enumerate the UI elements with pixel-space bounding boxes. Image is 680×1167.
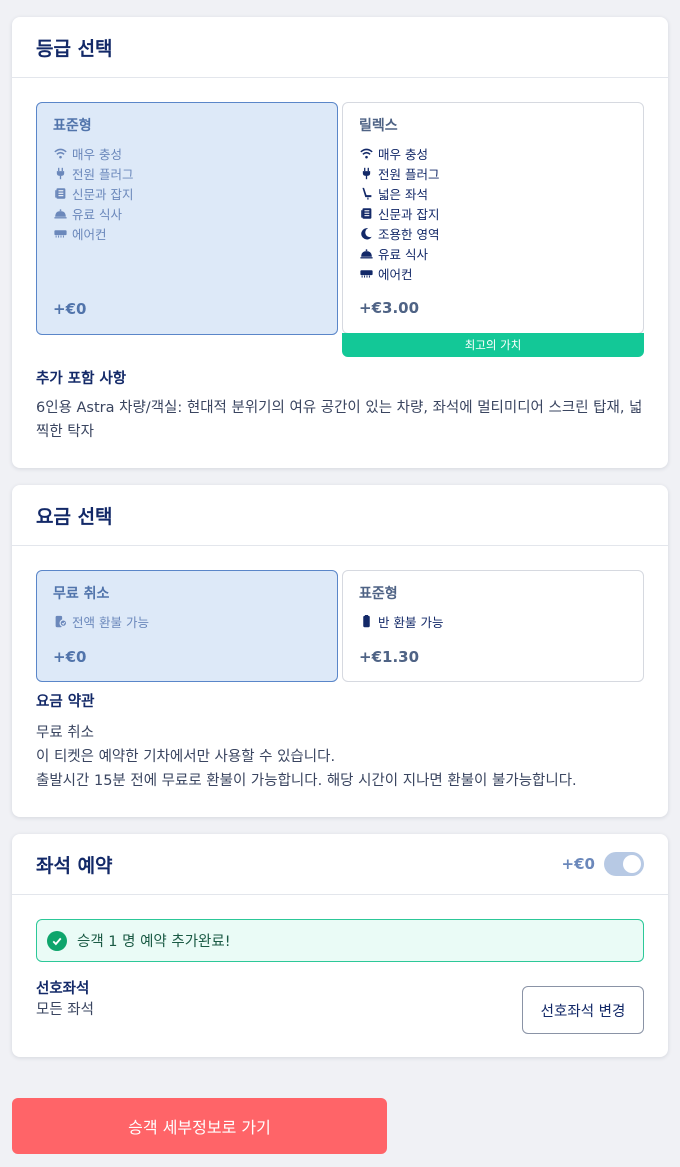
feature-label: 조용한 영역 — [378, 226, 440, 242]
feature-item: 매우 충성 — [53, 143, 321, 163]
newspaper-icon — [359, 206, 373, 220]
air-conditioner-icon — [53, 226, 67, 240]
fare-option-price: +€1.30 — [359, 648, 420, 666]
feature-item: 매우 충성 — [359, 143, 627, 163]
class-option-relax[interactable]: 릴렉스 매우 충성 전원 플러그 넓은 좌석 신문과 잡지 조용한 영역 유료 … — [342, 102, 644, 334]
fare-terms-line: 이 티켓은 예약한 기차에서만 사용할 수 있습니다. — [36, 749, 336, 765]
class-option-price: +€0 — [53, 300, 87, 318]
seat-added-message: 승객 1 명 예약 추가완료! — [77, 934, 231, 950]
class-selection-header: 등급 선택 — [12, 17, 668, 78]
fare-selection-header: 요금 선택 — [12, 485, 668, 546]
refund-icon — [53, 614, 67, 628]
plug-icon — [53, 166, 67, 180]
seat-added-alert: 승객 1 명 예약 추가완료! — [36, 919, 644, 962]
continue-to-passenger-details-button[interactable]: 승객 세부정보로 가기 — [12, 1098, 387, 1154]
seat-reservation-title: 좌석 예약 — [36, 854, 113, 877]
toggle-knob — [623, 855, 641, 873]
class-option-price: +€3.00 — [359, 299, 420, 317]
seat-preference-value: 모든 좌석 — [36, 1002, 94, 1018]
feature-label: 매우 충성 — [378, 146, 428, 162]
class-option-name: 릴렉스 — [359, 118, 398, 134]
seat-reservation-toggle[interactable] — [604, 852, 644, 876]
feature-label: 신문과 잡지 — [378, 206, 440, 222]
feature-item: 전원 플러그 — [53, 163, 321, 183]
feature-label: 반 환불 가능 — [378, 614, 444, 630]
seat-icon — [359, 186, 373, 200]
feature-item: 유료 식사 — [359, 243, 627, 263]
class-option-name: 표준형 — [53, 118, 92, 134]
check-circle-icon — [47, 930, 67, 951]
fare-option-standard[interactable]: 표준형 반 환불 가능 +€1.30 — [342, 570, 644, 682]
seat-reservation-price: +€0 — [561, 855, 595, 873]
feature-label: 매우 충성 — [72, 146, 122, 162]
meal-icon — [53, 206, 67, 220]
feature-label: 신문과 잡지 — [72, 186, 134, 202]
feature-label: 유료 식사 — [378, 246, 428, 262]
feature-label: 전원 플러그 — [72, 166, 134, 182]
class-selection-card: 등급 선택 표준형 매우 충성 전원 플러그 신문과 잡지 유료 식사 에어컨 … — [12, 17, 668, 468]
fare-selection-card: 요금 선택 무료 취소 전액 환불 가능 +€0 표준형 반 환불 가능 +€1… — [12, 485, 668, 817]
change-seat-preference-button[interactable]: 선호좌석 변경 — [522, 986, 644, 1034]
air-conditioner-icon — [359, 266, 373, 280]
feature-item: 유료 식사 — [53, 203, 321, 223]
feature-item: 전원 플러그 — [359, 163, 627, 183]
moon-icon — [359, 226, 373, 240]
seat-preference-label: 선호좌석 — [36, 981, 90, 997]
feature-item: 에어컨 — [359, 263, 627, 283]
fare-selection-title: 요금 선택 — [36, 505, 113, 528]
feature-label: 전원 플러그 — [378, 166, 440, 182]
feature-item: 신문과 잡지 — [53, 183, 321, 203]
feature-item: 반 환불 가능 — [359, 611, 627, 631]
fare-terms-line: 출발시간 15분 전에 무료로 환불이 가능합니다. 해당 시간이 지나면 환불… — [36, 773, 577, 789]
feature-label: 에어컨 — [378, 266, 413, 282]
extra-includes-text: 6인용 Astra 차량/객실: 현대적 분위기의 여유 공간이 있는 차량, … — [36, 400, 643, 440]
meal-icon — [359, 246, 373, 260]
seat-reservation-control: +€0 — [562, 852, 644, 876]
best-value-badge: 최고의 가치 — [342, 333, 644, 357]
plug-icon — [359, 166, 373, 180]
fare-terms-text: 무료 취소 이 티켓은 예약한 기차에서만 사용할 수 있습니다. 출발시간 1… — [36, 721, 646, 793]
feature-label: 유료 식사 — [72, 206, 122, 222]
feature-item: 조용한 영역 — [359, 223, 627, 243]
fare-option-price: +€0 — [53, 648, 87, 666]
class-selection-title: 등급 선택 — [36, 37, 113, 60]
seat-reservation-header: 좌석 예약 +€0 — [12, 834, 668, 895]
fare-option-name: 표준형 — [359, 586, 398, 602]
seat-reservation-card: 좌석 예약 +€0 승객 1 명 예약 추가완료! 선호좌석 모든 좌석 선호좌… — [12, 834, 668, 1057]
feature-item: 에어컨 — [53, 223, 321, 243]
fare-option-free-cancel[interactable]: 무료 취소 전액 환불 가능 +€0 — [36, 570, 338, 682]
feature-label: 에어컨 — [72, 226, 107, 242]
feature-item: 넓은 좌석 — [359, 183, 627, 203]
half-refund-icon — [359, 614, 373, 628]
fare-terms-line: 무료 취소 — [36, 725, 94, 741]
class-option-standard[interactable]: 표준형 매우 충성 전원 플러그 신문과 잡지 유료 식사 에어컨 +€0 — [36, 102, 338, 335]
feature-label: 넓은 좌석 — [378, 186, 428, 202]
fare-option-name: 무료 취소 — [53, 586, 110, 602]
fare-terms-title: 요금 약관 — [36, 694, 95, 710]
wifi-icon — [53, 146, 67, 160]
newspaper-icon — [53, 186, 67, 200]
feature-label: 전액 환불 가능 — [72, 614, 149, 630]
extra-includes-title: 추가 포함 사항 — [36, 371, 127, 387]
wifi-icon — [359, 146, 373, 160]
feature-item: 신문과 잡지 — [359, 203, 627, 223]
feature-item: 전액 환불 가능 — [53, 611, 321, 631]
